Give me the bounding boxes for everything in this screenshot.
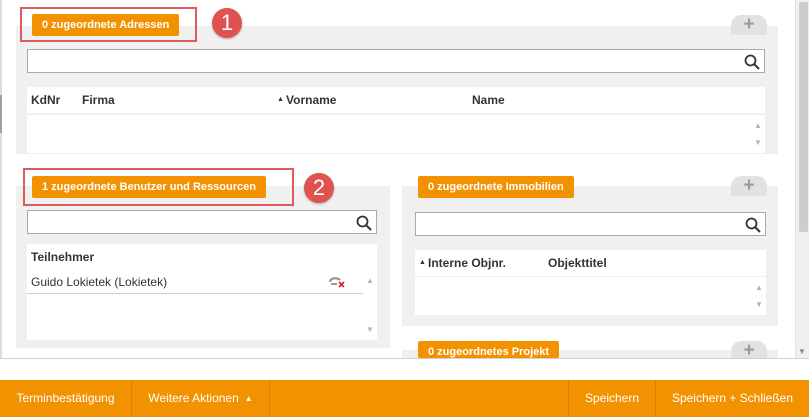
- scroll-down-icon[interactable]: ▼: [366, 325, 374, 334]
- users-highlight-box: [23, 168, 294, 206]
- edge-marker: [0, 95, 2, 133]
- save-and-close-button[interactable]: Speichern + Schließen: [656, 380, 809, 417]
- add-address-button[interactable]: +: [731, 15, 767, 35]
- scroll-up-icon[interactable]: ▲: [755, 283, 763, 292]
- action-bar: Terminbestätigung Weitere Aktionen ▲ Spei…: [0, 380, 809, 417]
- addresses-search-input[interactable]: [27, 49, 765, 73]
- users-scrollbar[interactable]: ▲ ▼: [363, 270, 377, 340]
- column-vorname[interactable]: Vorname: [286, 93, 336, 107]
- column-firma[interactable]: Firma: [82, 93, 115, 107]
- scroll-down-icon[interactable]: ▼: [798, 347, 806, 356]
- column-name[interactable]: Name: [472, 93, 505, 107]
- scroll-down-icon[interactable]: ▼: [754, 138, 762, 147]
- add-property-button[interactable]: +: [731, 176, 767, 196]
- users-search-input[interactable]: [27, 210, 377, 234]
- main-scrollbar[interactable]: ▼: [795, 0, 809, 358]
- column-interne-objnr[interactable]: Interne Objnr.: [428, 256, 506, 270]
- callout-number-2: 2: [304, 173, 334, 203]
- sort-asc-icon: ▲: [419, 259, 426, 266]
- sort-asc-icon: ▲: [277, 96, 284, 103]
- save-button[interactable]: Speichern: [568, 380, 656, 417]
- scroll-up-icon[interactable]: ▲: [366, 276, 374, 285]
- project-tab[interactable]: 0 zugeordnetes Projekt: [418, 341, 560, 358]
- save-label: Speichern: [584, 391, 640, 405]
- remove-participant-icon[interactable]: [329, 276, 345, 288]
- participant-name: Guido Lokietek (Lokietek): [31, 275, 168, 289]
- main-scroll-thumb[interactable]: [799, 2, 808, 232]
- properties-tab[interactable]: 0 zugeordnete Immobilien: [418, 176, 574, 198]
- column-teilnehmer[interactable]: Teilnehmer: [31, 250, 94, 264]
- column-kdnr[interactable]: KdNr: [31, 93, 60, 107]
- footer-spacer: [0, 358, 809, 380]
- add-project-button[interactable]: +: [731, 341, 767, 358]
- properties-scrollbar[interactable]: ▲ ▼: [752, 277, 766, 315]
- properties-table-header: ▲ Interne Objnr. Objekttitel: [415, 250, 766, 276]
- scroll-up-icon[interactable]: ▲: [754, 121, 762, 130]
- search-icon[interactable]: [745, 217, 761, 233]
- users-table-header: Teilnehmer: [27, 244, 377, 270]
- users-table-body: Guido Lokietek (Lokietek) ▲ ▼: [27, 270, 377, 340]
- callout-number-1: 1: [212, 8, 242, 38]
- addresses-scrollbar[interactable]: ▲ ▼: [751, 115, 765, 153]
- search-icon[interactable]: [744, 54, 760, 70]
- more-actions-label: Weitere Aktionen: [148, 391, 239, 405]
- properties-search-input[interactable]: [415, 212, 766, 236]
- table-row[interactable]: Guido Lokietek (Lokietek): [27, 270, 363, 294]
- more-actions-button[interactable]: Weitere Aktionen ▲: [132, 380, 270, 417]
- caret-up-icon: ▲: [244, 394, 253, 403]
- addresses-highlight-box: [20, 7, 197, 42]
- addresses-table-body: ▲ ▼: [27, 115, 765, 153]
- scroll-down-icon[interactable]: ▼: [755, 300, 763, 309]
- search-icon[interactable]: [356, 215, 372, 231]
- appointment-confirmation-label: Terminbestätigung: [16, 391, 115, 405]
- window-left-edge: [0, 0, 2, 360]
- appointment-confirmation-button[interactable]: Terminbestätigung: [0, 380, 132, 417]
- addresses-table-header: KdNr Firma ▲ Vorname Name: [27, 87, 765, 113]
- properties-table-body: ▲ ▼: [415, 277, 766, 315]
- column-objekttitel[interactable]: Objekttitel: [548, 256, 607, 270]
- save-and-close-label: Speichern + Schließen: [671, 391, 794, 405]
